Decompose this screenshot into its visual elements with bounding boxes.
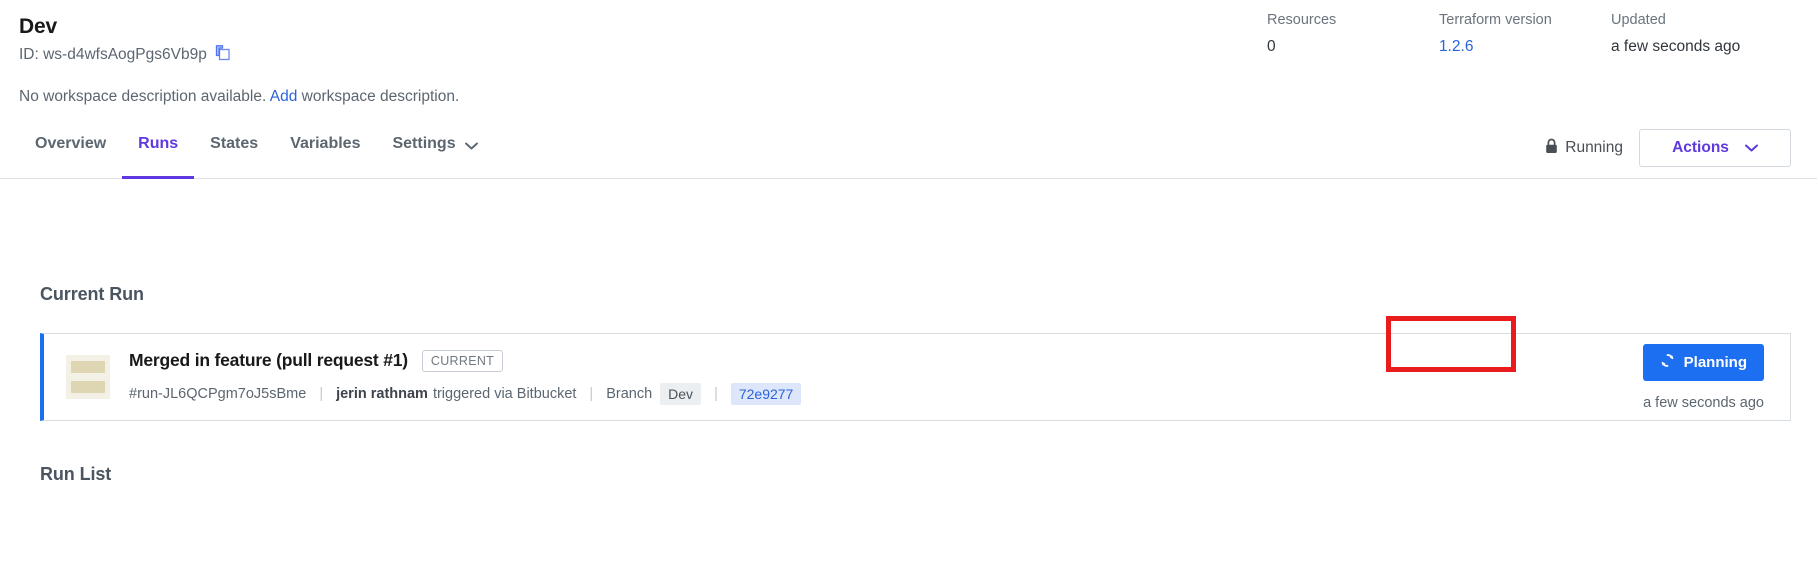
meta-updated-value: a few seconds ago bbox=[1611, 38, 1741, 55]
meta-resources-value: 0 bbox=[1267, 38, 1276, 55]
metadata-separator: | bbox=[589, 385, 594, 402]
run-status-column: Planning a few seconds ago bbox=[1642, 343, 1772, 411]
run-title-link[interactable]: Merged in feature (pull request #1) bbox=[129, 350, 408, 371]
meta-updated-label: Updated bbox=[1611, 12, 1666, 28]
workspace-header: Dev ID: ws-d4wfsAogPgs6Vb9p No workspace… bbox=[0, 0, 1817, 125]
tab-list: Overview Runs States Variables Settings bbox=[19, 125, 494, 179]
planning-status-button[interactable]: Planning bbox=[1642, 343, 1764, 381]
tab-states-label: States bbox=[210, 135, 259, 152]
tab-states[interactable]: States bbox=[194, 125, 274, 178]
current-run-card[interactable]: Merged in feature (pull request #1) CURR… bbox=[40, 333, 1791, 421]
workspace-page: Dev ID: ws-d4wfsAogPgs6Vb9p No workspace… bbox=[0, 0, 1817, 561]
actions-button[interactable]: Actions bbox=[1639, 129, 1791, 167]
add-description-link[interactable]: Add bbox=[270, 88, 298, 105]
metadata-separator: | bbox=[319, 385, 324, 402]
copy-icon[interactable] bbox=[214, 44, 231, 66]
meta-terraform-label: Terraform version bbox=[1439, 12, 1552, 28]
tab-variables[interactable]: Variables bbox=[274, 125, 376, 178]
workspace-description-suffix: workspace description. bbox=[301, 88, 460, 105]
tab-variables-label: Variables bbox=[290, 135, 361, 152]
tab-runs[interactable]: Runs bbox=[122, 125, 195, 179]
planning-status-label: Planning bbox=[1683, 353, 1747, 371]
workspace-meta-columns: Resources 0 Terraform version 1.2.6 Upda… bbox=[1267, 10, 1791, 58]
workspace-description: No workspace description available. Add … bbox=[19, 87, 1791, 107]
meta-resources: Resources 0 bbox=[1267, 10, 1439, 58]
status-badge: Running bbox=[1545, 138, 1623, 159]
run-list-heading: Run List bbox=[40, 464, 112, 484]
metadata-separator: | bbox=[714, 385, 718, 402]
branch-name-chip: Dev bbox=[660, 382, 702, 405]
meta-terraform-value[interactable]: 1.2.6 bbox=[1439, 36, 1611, 58]
meta-updated: Updated a few seconds ago bbox=[1611, 10, 1791, 58]
tab-settings[interactable]: Settings bbox=[376, 125, 493, 178]
run-trigger-text: triggered via Bitbucket bbox=[432, 385, 577, 402]
commit-hash-chip[interactable]: 72e9277 bbox=[730, 382, 802, 405]
workspace-id-label: ID: ws-d4wfsAogPgs6Vb9p bbox=[19, 46, 207, 63]
run-user-name: jerin rathnam bbox=[336, 385, 428, 402]
actions-button-label: Actions bbox=[1672, 139, 1729, 156]
run-details: Merged in feature (pull request #1) CURR… bbox=[129, 349, 1643, 405]
run-thumbnail-icon bbox=[66, 355, 110, 399]
workspace-description-text: No workspace description available. bbox=[19, 88, 267, 105]
chevron-down-icon bbox=[464, 137, 478, 155]
run-id-label: #run-JL6QCPgm7oJ5sBme bbox=[129, 385, 307, 402]
current-run-heading: Current Run bbox=[40, 284, 144, 304]
tabbar-right-controls: Running Actions bbox=[1545, 125, 1791, 167]
runs-content: Current Run Merged in feature (pull requ… bbox=[0, 284, 1817, 485]
meta-terraform-version: Terraform version 1.2.6 bbox=[1439, 10, 1611, 58]
chevron-down-icon bbox=[1744, 139, 1758, 157]
tab-settings-label: Settings bbox=[392, 135, 456, 152]
run-title-row: Merged in feature (pull request #1) CURR… bbox=[129, 349, 1643, 372]
run-timestamp: a few seconds ago bbox=[1643, 394, 1764, 411]
spinner-icon bbox=[1660, 353, 1675, 372]
run-metadata-row: #run-JL6QCPgm7oJ5sBme | jerin rathnam tr… bbox=[129, 382, 1643, 405]
lock-icon bbox=[1545, 138, 1558, 159]
meta-resources-label: Resources bbox=[1267, 12, 1337, 28]
branch-label: Branch bbox=[606, 385, 653, 402]
current-badge: CURRENT bbox=[421, 349, 504, 372]
tab-runs-label: Runs bbox=[138, 135, 179, 152]
workspace-tabbar: Overview Runs States Variables Settings bbox=[0, 125, 1817, 179]
tab-overview-label: Overview bbox=[35, 135, 107, 152]
status-badge-label: Running bbox=[1565, 139, 1623, 156]
tab-overview[interactable]: Overview bbox=[19, 125, 122, 178]
